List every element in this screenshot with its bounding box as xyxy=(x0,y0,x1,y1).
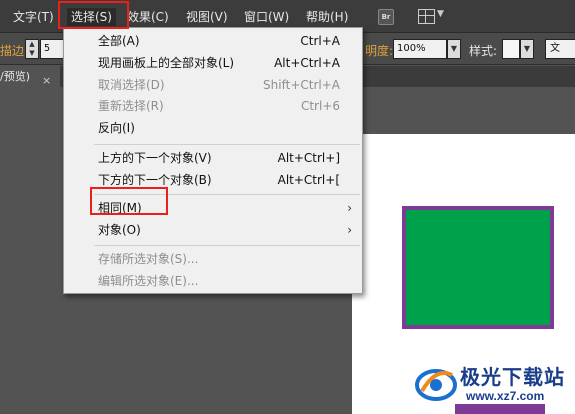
aurora-logo-icon xyxy=(415,369,457,401)
watermark-url: www.xz7.com xyxy=(466,389,545,403)
menu-item-save-selection: 存储所选对象(S)... xyxy=(64,249,362,269)
green-rectangle[interactable] xyxy=(402,206,554,329)
menu-item-shortcut: Alt+Ctrl+] xyxy=(277,151,340,165)
menu-item-inverse[interactable]: 反向(I) xyxy=(64,118,362,138)
chevron-down-icon[interactable]: ▼ xyxy=(437,9,444,19)
menu-item-label: 取消选择(D) xyxy=(98,78,165,92)
menu-effect[interactable]: 效果(C) xyxy=(127,8,169,26)
menu-item-deselect: 取消选择(D) Shift+Ctrl+A xyxy=(64,75,362,95)
menu-item-shortcut: Alt+Ctrl+A xyxy=(274,56,340,70)
chevron-right-icon: › xyxy=(347,223,352,237)
workspace-layout-icon[interactable] xyxy=(418,9,435,24)
menu-text[interactable]: 文字(T) xyxy=(13,8,54,26)
menu-view[interactable]: 视图(V) xyxy=(186,8,228,26)
document-tab-label: /预览) xyxy=(0,70,30,83)
menu-item-label: 编辑所选对象(E)... xyxy=(98,274,199,288)
menu-item-reselect: 重新选择(R) Ctrl+6 xyxy=(64,96,362,116)
menu-item-all[interactable]: 全部(A) Ctrl+A xyxy=(64,31,362,51)
highlight-same-item xyxy=(90,187,168,215)
watermark: 极光下载站 www.xz7.com xyxy=(414,359,574,411)
watermark-title: 极光下载站 xyxy=(460,365,565,389)
menu-item-label: 上方的下一个对象(V) xyxy=(98,151,212,165)
menu-item-next-object-above[interactable]: 上方的下一个对象(V) Alt+Ctrl+] xyxy=(64,148,362,168)
menu-help[interactable]: 帮助(H) xyxy=(306,8,348,26)
menu-item-label: 重新选择(R) xyxy=(98,99,164,113)
menu-item-shortcut: Ctrl+A xyxy=(300,34,340,48)
style-label: 样式: xyxy=(469,44,498,58)
menu-item-shortcut: Ctrl+6 xyxy=(300,99,340,113)
document-setup-field[interactable]: 文 xyxy=(545,39,575,59)
opacity-dropdown-button[interactable]: ▼ xyxy=(447,39,461,59)
select-menu-dropdown: 全部(A) Ctrl+A 现用画板上的全部对象(L) Alt+Ctrl+A 取消… xyxy=(63,27,363,294)
menu-item-label: 存储所选对象(S)... xyxy=(98,252,199,266)
highlight-select-menu xyxy=(58,1,129,29)
menu-item-shortcut: Shift+Ctrl+A xyxy=(263,78,340,92)
opacity-field[interactable]: 100% xyxy=(393,39,447,59)
menu-item-label: 对象(O) xyxy=(98,223,141,237)
document-tab[interactable]: /预览) × xyxy=(0,66,60,87)
menu-window[interactable]: 窗口(W) xyxy=(244,8,289,26)
opacity-label: 明度: xyxy=(365,44,394,58)
menu-separator xyxy=(94,245,360,246)
bridge-icon[interactable]: Br xyxy=(378,9,394,25)
style-swatch[interactable] xyxy=(502,39,520,59)
menu-item-all-on-artboard[interactable]: 现用画板上的全部对象(L) Alt+Ctrl+A xyxy=(64,53,362,73)
chevron-right-icon: › xyxy=(347,201,352,215)
stroke-stepper[interactable]: ▲ ▼ xyxy=(25,39,39,59)
menu-item-label: 反向(I) xyxy=(98,121,135,135)
menu-item-object[interactable]: 对象(O) › xyxy=(64,220,362,240)
menu-item-label: 现用画板上的全部对象(L) xyxy=(98,56,235,70)
menu-separator xyxy=(94,144,360,145)
menu-item-label: 全部(A) xyxy=(98,34,140,48)
menu-item-edit-selection: 编辑所选对象(E)... xyxy=(64,271,362,291)
style-dropdown-button[interactable]: ▼ xyxy=(520,39,534,59)
menu-item-shortcut: Alt+Ctrl+[ xyxy=(277,173,340,187)
stroke-label: 描边: xyxy=(0,44,29,58)
